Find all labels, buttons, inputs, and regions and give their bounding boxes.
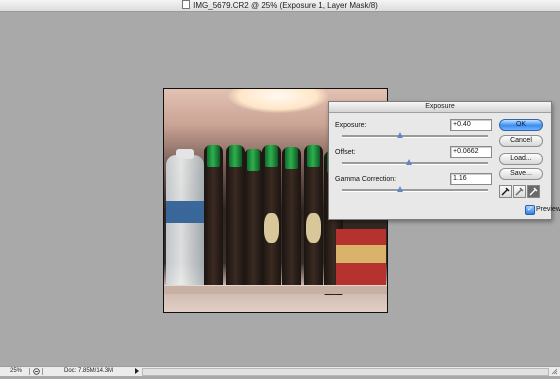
exposure-dialog[interactable]: Exposure Exposure: +0.40 Offset: +0.0662… xyxy=(328,101,560,220)
beer-bottle xyxy=(204,145,223,289)
ok-button[interactable]: OK xyxy=(499,119,543,131)
water-bottle xyxy=(166,149,204,289)
gray-point-eyedropper-icon[interactable] xyxy=(513,185,526,198)
beer-bottle xyxy=(262,145,281,289)
document-icon xyxy=(182,0,191,9)
resize-grip-icon[interactable] xyxy=(551,368,558,375)
gamma-slider-track[interactable] xyxy=(342,189,488,192)
white-point-eyedropper-icon[interactable] xyxy=(527,185,540,198)
black-point-eyedropper-icon[interactable] xyxy=(499,185,512,198)
cancel-button[interactable]: Cancel xyxy=(499,135,543,147)
gamma-correction-input[interactable]: 1.16 xyxy=(450,173,492,185)
save-button[interactable]: Save... xyxy=(499,168,543,180)
window-title: IMG_5679.CR2 @ 25% (Exposure 1, Layer Ma… xyxy=(0,0,560,11)
exposure-slider-track[interactable] xyxy=(342,135,488,138)
status-menu-icon[interactable] xyxy=(33,368,40,375)
exposure-slider-thumb[interactable] xyxy=(397,132,404,138)
preview-label: Preview xyxy=(536,206,560,213)
fridge-shelf xyxy=(164,285,387,294)
dialog-title: Exposure xyxy=(329,102,551,113)
beer-bottle xyxy=(304,145,323,289)
offset-slider-thumb[interactable] xyxy=(406,159,413,165)
milk-carton xyxy=(336,229,386,289)
beer-bottle xyxy=(226,145,245,289)
status-expand-arrow-icon[interactable] xyxy=(135,368,139,374)
preview-checkbox[interactable]: ✓ xyxy=(525,205,535,215)
window-title-bar: IMG_5679.CR2 @ 25% (Exposure 1, Layer Ma… xyxy=(0,0,560,12)
load-button[interactable]: Load... xyxy=(499,153,543,165)
offset-slider-track[interactable] xyxy=(342,162,488,165)
beer-bottle xyxy=(244,149,263,293)
exposure-input[interactable]: +0.40 xyxy=(450,119,492,131)
fridge-light xyxy=(228,89,328,113)
offset-input[interactable]: +0.0662 xyxy=(450,146,492,158)
gamma-slider-thumb[interactable] xyxy=(397,186,404,192)
offset-label: Offset: xyxy=(335,149,356,156)
beer-bottle xyxy=(282,147,301,291)
exposure-label: Exposure: xyxy=(335,122,367,129)
gamma-correction-label: Gamma Correction: xyxy=(335,176,397,183)
